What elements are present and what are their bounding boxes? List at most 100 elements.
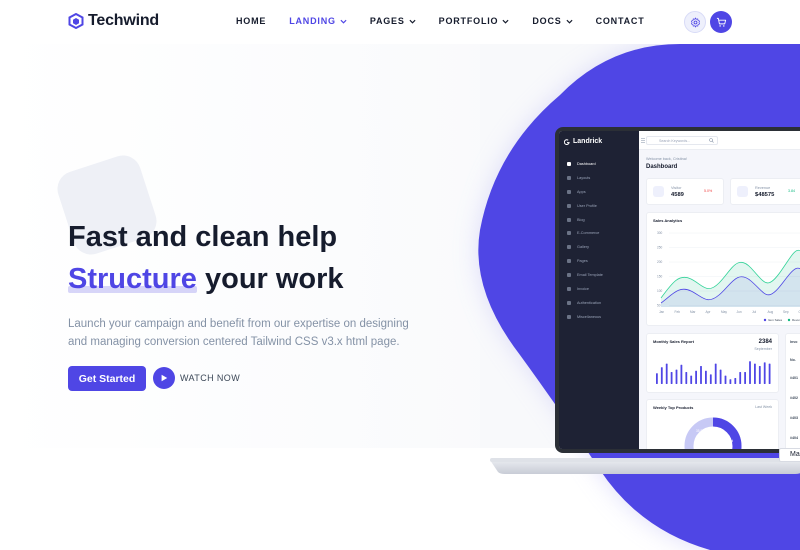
cart-button[interactable] [710,11,732,33]
sidebar-item-icon [567,161,571,166]
sidebar-item-icon [567,259,571,264]
search-icon [709,138,714,143]
dashboard-sidebar-item[interactable]: Apps [559,185,639,199]
menu-item-portfolio[interactable]: PORTFOLIO [439,16,510,26]
dashboard-search-input[interactable]: Search Keywords... [646,136,718,145]
hero-description: Launch your campaign and benefit from ou… [68,318,409,348]
x-tick-label: Feb [675,310,681,314]
play-icon [161,374,168,382]
visitor-icon [653,186,664,197]
menu-item-home[interactable]: HOME [236,16,266,26]
landrick-logo-icon [564,138,570,145]
weekly-top-products-card: Weekly Top Products Last Week 35.8% 56.3… [646,399,779,449]
sales-bar [763,362,766,384]
sales-bar [705,370,707,384]
monthly-sales-bars [656,361,771,384]
menu-item-contact[interactable]: CONTACT [596,16,645,26]
legend-swatch [787,318,791,322]
chevron-down-icon [566,19,573,24]
dashboard-sidebar-item[interactable]: Pages [559,254,639,268]
navbar: Techwind HOME LANDING PAGES PORTFOLIO DO… [0,0,800,44]
sales-bar [719,369,722,384]
dashboard-topbar: Search Keywords... [639,131,800,150]
table-header: Invo [790,340,798,344]
dashboard-sidebar-list: Dashboard Layouts Apps User Profile Blog E-Co… [559,157,639,324]
sales-bar [675,369,678,384]
dashboard-sidebar-item[interactable]: Email Template [559,268,639,282]
x-tick-label: Sep [783,310,789,314]
sidebar-item-icon [567,189,571,194]
table-row: #401 [790,376,798,380]
sales-bar [660,367,663,384]
chevron-down-icon [409,19,416,24]
legend-swatch [763,318,767,322]
y-tick-label: 250 [657,246,663,250]
play-video-button[interactable] [153,367,175,389]
stat-label: Revenue [755,186,771,190]
sidebar-item-icon [567,217,571,222]
sales-bar [665,363,668,384]
sidebar-item-icon [567,203,571,208]
watch-now-link[interactable]: WATCH NOW [180,373,240,383]
dashboard-sidebar-item[interactable]: Gallery [559,240,639,254]
menu-item-label: PAGES [369,16,405,26]
top-products-donut: 35.8% 56.3% [684,417,742,449]
y-tick-label: 100 [657,289,663,293]
hero-headline-highlight: Structure [68,263,197,295]
sales-bar [656,373,658,384]
sidebar-item-icon [567,286,571,291]
menu-item-pages[interactable]: PAGES [370,16,416,26]
menu-item-label: CONTACT [595,16,645,26]
hero-headline-rest: your work [196,263,344,295]
sidebar-item-label: Layouts [577,175,591,180]
menu-item-label: LANDING [289,16,336,26]
gear-icon [690,17,700,27]
dashboard-sidebar-item[interactable]: User Profile [559,199,639,213]
stat-label: Visitor [671,186,682,190]
donut-label: 56.3% [724,439,733,443]
x-tick-label: Jan [659,310,664,314]
sales-bar [680,364,683,384]
dashboard-sidebar-item[interactable]: Blog [559,213,639,227]
menu-item-landing[interactable]: LANDING [289,16,347,26]
corner-tag: Ma [779,448,800,462]
dashboard-sidebar-item[interactable]: Invoice [559,282,639,296]
sales-analytics-card: Sales Analytics 300 250 200 150 100 50 Jan Feb M… [646,212,800,326]
table-column: No. [790,358,796,362]
dashboard-sidebar-item[interactable]: Dashboard [559,157,639,171]
sales-bar [729,379,732,384]
dashboard-sidebar-item[interactable]: Miscellaneous [559,310,639,324]
brand-logo[interactable]: Techwind [68,12,159,30]
x-tick-label: Aug [768,310,774,314]
sales-bar [685,372,688,384]
y-tick-label: 300 [657,231,663,235]
settings-button[interactable] [684,11,706,33]
menu-item-docs[interactable]: DOCS [532,16,573,26]
laptop-mockup: Landrick Dashboard Layouts Apps User Profil… [555,127,800,453]
sidebar-item-label: E-Commerce [577,231,600,236]
table-row: #403 [790,416,798,420]
sales-bar [724,375,727,384]
sales-bar [709,374,712,384]
main-menu: HOME LANDING PAGES PORTFOLIO DOCS CONTAC… [236,16,668,26]
stat-card-revenue: Revenue $48575 3.84 [730,178,800,205]
sidebar-item-label: Pages [577,259,588,264]
chevron-down-icon [340,19,347,24]
dashboard-brand-name: Landrick [573,138,603,145]
dashboard-sidebar-item[interactable]: Layouts [559,171,639,185]
sales-bar [739,372,742,384]
table-row: #402 [790,396,798,400]
dashboard-sidebar-item[interactable]: E-Commerce [559,226,639,240]
stat-value: $48575 [755,192,775,198]
get-started-button[interactable]: Get Started [68,366,146,391]
dashboard-sidebar-item[interactable]: Authentication [559,296,639,310]
logo-icon [68,13,84,29]
stat-value: 4589 [671,192,684,198]
sidebar-item-label: Gallery [577,245,590,250]
sidebar-item-icon [567,273,571,278]
sidebar-item-label: Blog [577,217,585,222]
x-tick-label: Mar [690,310,696,314]
sidebar-item-icon [567,314,571,319]
sales-bar [670,372,673,384]
sidebar-item-label: Apps [577,189,586,194]
